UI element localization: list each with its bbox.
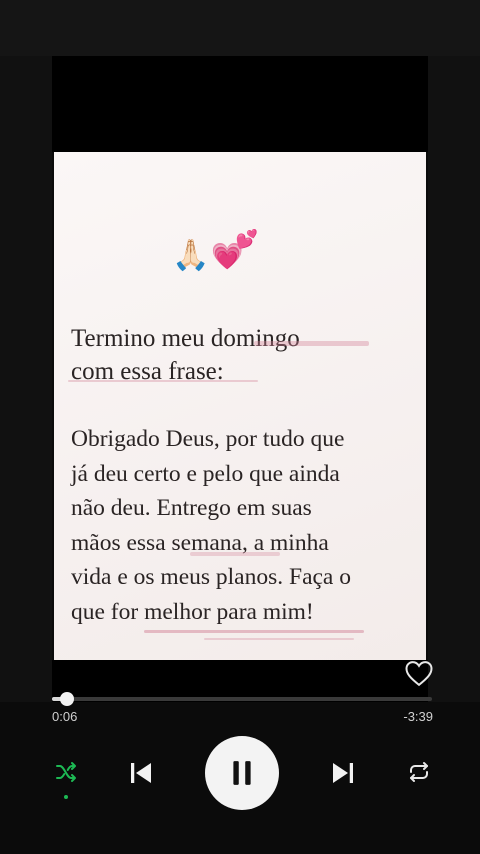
pause-icon — [233, 761, 251, 785]
heart-outline-icon — [405, 661, 433, 687]
left-panel — [0, 56, 52, 702]
like-button[interactable] — [404, 659, 434, 687]
body-line: já deu certo e pelo que ainda — [71, 460, 340, 487]
playback-controls — [0, 734, 480, 814]
progress-bar[interactable] — [52, 692, 432, 706]
body-highlight — [190, 552, 280, 556]
shuffle-icon — [56, 762, 76, 782]
elapsed-time: 0:06 — [52, 709, 78, 724]
next-button[interactable] — [326, 756, 360, 790]
artwork-top-area — [52, 56, 428, 152]
artwork-bottom-area — [52, 660, 428, 702]
top-bar — [0, 0, 480, 56]
progress-thumb[interactable] — [60, 692, 75, 706]
heading-underline — [254, 341, 369, 346]
closing-underline-2 — [204, 638, 354, 640]
heading-underline-2 — [68, 380, 258, 382]
right-panel — [428, 56, 480, 702]
body-line: não deu. Entrego em suas — [71, 495, 312, 521]
post-body: Obrigado Deus, por tudo que já deu certo… — [71, 422, 416, 629]
two-hearts-emoji: 💕 — [235, 229, 261, 249]
pause-button[interactable] — [205, 736, 279, 810]
closing-underline — [144, 630, 364, 633]
heading-line-2: com essa frase: — [71, 358, 224, 385]
emoji-row: 🙏🏻💗💕 — [172, 229, 270, 273]
repeat-button[interactable] — [405, 758, 433, 786]
previous-button[interactable] — [124, 756, 158, 790]
repeat-icon — [410, 762, 428, 782]
body-line: vida e os meus planos. Faça o — [71, 564, 351, 590]
post-heading: Termino meu domingo com essa frase: — [71, 322, 411, 388]
skip-next-icon — [333, 763, 353, 783]
body-line: Obrigado Deus, por tudo que — [71, 426, 345, 452]
praying-hands-emoji: 🙏🏻 — [172, 239, 212, 272]
shuffle-button[interactable] — [52, 758, 80, 786]
shuffle-active-dot — [64, 795, 68, 799]
post-card: 🙏🏻💗💕 Termino meu domingo com essa frase:… — [54, 152, 426, 660]
remaining-time: -3:39 — [403, 709, 433, 724]
body-line: que for melhor para mim! — [71, 598, 314, 625]
skip-previous-icon — [131, 763, 151, 783]
heading-line-1: Termino meu domingo — [71, 325, 300, 352]
